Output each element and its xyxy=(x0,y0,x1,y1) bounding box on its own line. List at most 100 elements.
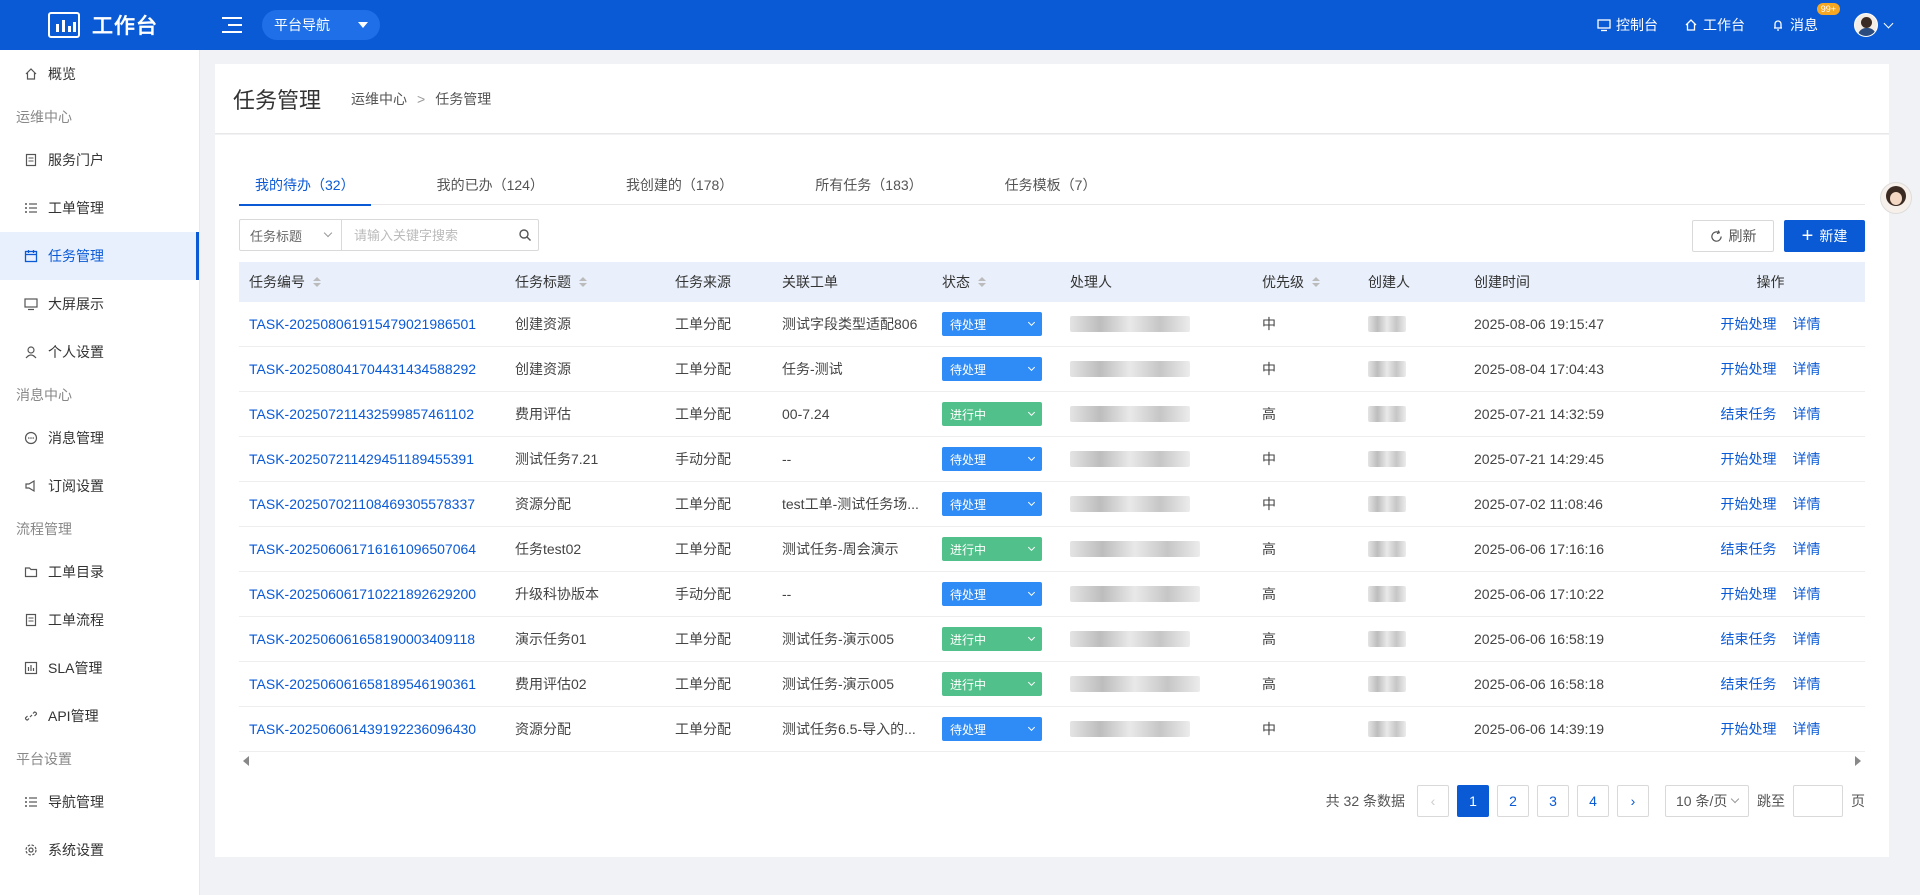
sidebar-item-nav-management[interactable]: 导航管理 xyxy=(0,778,199,826)
page-scrollbar[interactable] xyxy=(1908,50,1920,895)
row-action-button[interactable]: 结束任务 xyxy=(1721,404,1777,424)
task-id-link[interactable]: TASK-20250702110846930557833​7 xyxy=(249,496,475,512)
user-icon xyxy=(25,346,37,359)
row-action-button[interactable]: 结束任务 xyxy=(1721,629,1777,649)
sidebar-item-sla[interactable]: SLA管理 xyxy=(0,644,199,692)
scroll-right-icon[interactable] xyxy=(1855,756,1861,766)
search-field-select[interactable]: 任务标题 xyxy=(240,220,342,250)
status-dropdown[interactable]: 进行中 xyxy=(942,402,1042,426)
column-header-status[interactable]: 状态 xyxy=(932,272,1060,292)
tab-created-by-me[interactable]: 我创建的（178） xyxy=(610,171,749,205)
page-button[interactable]: 2 xyxy=(1497,785,1529,817)
messages-link[interactable]: 消息 99+ xyxy=(1771,3,1840,35)
status-dropdown[interactable]: 待处理 xyxy=(942,717,1042,741)
table-row: TASK-20250721143259985746110​2 费用评估 工单分配 00… xyxy=(239,392,1865,437)
task-id-link[interactable]: TASK-20250606143919223609643​0 xyxy=(249,721,476,737)
row-action-button[interactable]: 开始处理 xyxy=(1721,314,1777,334)
next-page-button[interactable]: › xyxy=(1617,785,1649,817)
workbench-link[interactable]: 工作台 xyxy=(1684,15,1745,35)
status-dropdown[interactable]: 待处理 xyxy=(942,582,1042,606)
page-button[interactable]: 1 xyxy=(1457,785,1489,817)
sort-icon[interactable] xyxy=(978,277,986,287)
row-action-button[interactable]: 开始处理 xyxy=(1721,494,1777,514)
sidebar-item-overview[interactable]: 概览 xyxy=(0,50,199,98)
row-action-button[interactable]: 开始处理 xyxy=(1721,449,1777,469)
menu-toggle-icon[interactable] xyxy=(222,17,242,33)
sidebar-item-ticket-catalog[interactable]: 工单目录 xyxy=(0,548,199,596)
task-id-link[interactable]: TASK-20250721142945118945539​1 xyxy=(249,451,474,467)
console-link[interactable]: 控制台 xyxy=(1597,15,1658,35)
chevron-down-icon xyxy=(1027,723,1036,732)
sort-icon[interactable] xyxy=(1312,277,1320,287)
sidebar-item-api[interactable]: API管理 xyxy=(0,692,199,740)
folder-icon xyxy=(24,567,38,578)
status-dropdown[interactable]: 进行中 xyxy=(942,627,1042,651)
row-action-button[interactable]: 结束任务 xyxy=(1721,539,1777,559)
status-dropdown[interactable]: 待处理 xyxy=(942,312,1042,336)
sort-icon[interactable] xyxy=(579,277,587,287)
refresh-button[interactable]: 刷新 xyxy=(1692,220,1774,252)
sidebar-item-big-screen[interactable]: 大屏展示 xyxy=(0,280,199,328)
task-id-link[interactable]: TASK-20250606171022189262920​0 xyxy=(249,586,476,602)
assignee-redacted xyxy=(1070,721,1190,737)
sidebar-item-message-management[interactable]: 消息管理 xyxy=(0,414,199,462)
sidebar-item-task-management[interactable]: 任务管理 xyxy=(0,232,199,280)
row-detail-link[interactable]: 详情 xyxy=(1793,494,1821,514)
row-action-button[interactable]: 开始处理 xyxy=(1721,359,1777,379)
new-task-button[interactable]: + 新建 xyxy=(1784,220,1865,252)
tab-my-done[interactable]: 我的已办（124） xyxy=(421,171,560,205)
page-size-select[interactable]: 10 条/页 xyxy=(1665,785,1749,817)
row-action-button[interactable]: 开始处理 xyxy=(1721,719,1777,739)
status-dropdown[interactable]: 进行中 xyxy=(942,537,1042,561)
task-id-link[interactable]: TASK-20250804170443143458829​2 xyxy=(249,361,476,377)
task-id-link[interactable]: TASK-20250806191547902198650​1 xyxy=(249,316,476,332)
column-header-id[interactable]: 任务编号 xyxy=(239,272,505,292)
row-detail-link[interactable]: 详情 xyxy=(1793,539,1821,559)
tab-my-todo[interactable]: 我的待办（32） xyxy=(239,171,371,206)
column-header-title[interactable]: 任务标题 xyxy=(505,272,665,292)
task-id-link[interactable]: TASK-20250606165818954619036​1 xyxy=(249,676,476,692)
sidebar-item-personal-settings[interactable]: 个人设置 xyxy=(0,328,199,376)
row-detail-link[interactable]: 详情 xyxy=(1793,584,1821,604)
task-id-link[interactable]: TASK-20250606171616109650706​4 xyxy=(249,541,476,557)
search-input[interactable] xyxy=(354,221,514,249)
assistant-avatar[interactable] xyxy=(1880,182,1912,214)
row-detail-link[interactable]: 详情 xyxy=(1793,719,1821,739)
app-logo[interactable]: 工作台 xyxy=(48,10,198,40)
breadcrumb-item-ops[interactable]: 运维中心 xyxy=(351,89,407,109)
page-button[interactable]: 3 xyxy=(1537,785,1569,817)
tab-task-templates[interactable]: 任务模板（7） xyxy=(989,171,1113,205)
row-detail-link[interactable]: 详情 xyxy=(1793,674,1821,694)
row-detail-link[interactable]: 详情 xyxy=(1793,359,1821,379)
sort-icon[interactable] xyxy=(313,277,321,287)
page-button[interactable]: 4 xyxy=(1577,785,1609,817)
task-id-link[interactable]: TASK-20250606165819000340911​8 xyxy=(249,631,475,647)
horizontal-scrollbar[interactable] xyxy=(239,755,1865,767)
row-action-button[interactable]: 开始处理 xyxy=(1721,584,1777,604)
row-detail-link[interactable]: 详情 xyxy=(1793,629,1821,649)
status-dropdown[interactable]: 待处理 xyxy=(942,357,1042,381)
creator-redacted xyxy=(1368,631,1406,647)
task-source: 工单分配 xyxy=(675,316,731,332)
sidebar-item-subscription-settings[interactable]: 订阅设置 xyxy=(0,462,199,510)
sidebar-item-system-settings[interactable]: 系统设置 xyxy=(0,826,199,874)
row-detail-link[interactable]: 详情 xyxy=(1793,449,1821,469)
tab-all-tasks[interactable]: 所有任务（183） xyxy=(799,171,938,205)
status-dropdown[interactable]: 进行中 xyxy=(942,672,1042,696)
status-dropdown[interactable]: 待处理 xyxy=(942,492,1042,516)
status-dropdown[interactable]: 待处理 xyxy=(942,447,1042,471)
user-menu[interactable] xyxy=(1854,13,1894,37)
column-header-priority[interactable]: 优先级 xyxy=(1252,272,1358,292)
prev-page-button[interactable]: ‹ xyxy=(1417,785,1449,817)
platform-nav-dropdown[interactable]: 平台导航 xyxy=(262,10,380,40)
search-icon[interactable] xyxy=(518,228,532,242)
sidebar-item-ticket-flow[interactable]: 工单流程 xyxy=(0,596,199,644)
scroll-left-icon[interactable] xyxy=(243,756,249,766)
sidebar-item-service-portal[interactable]: 服务门户 xyxy=(0,136,199,184)
jump-page-input[interactable] xyxy=(1793,785,1843,817)
row-detail-link[interactable]: 详情 xyxy=(1793,404,1821,424)
sidebar-item-ticket-management[interactable]: 工单管理 xyxy=(0,184,199,232)
row-action-button[interactable]: 结束任务 xyxy=(1721,674,1777,694)
task-id-link[interactable]: TASK-20250721143259985746110​2 xyxy=(249,406,474,422)
row-detail-link[interactable]: 详情 xyxy=(1793,314,1821,334)
